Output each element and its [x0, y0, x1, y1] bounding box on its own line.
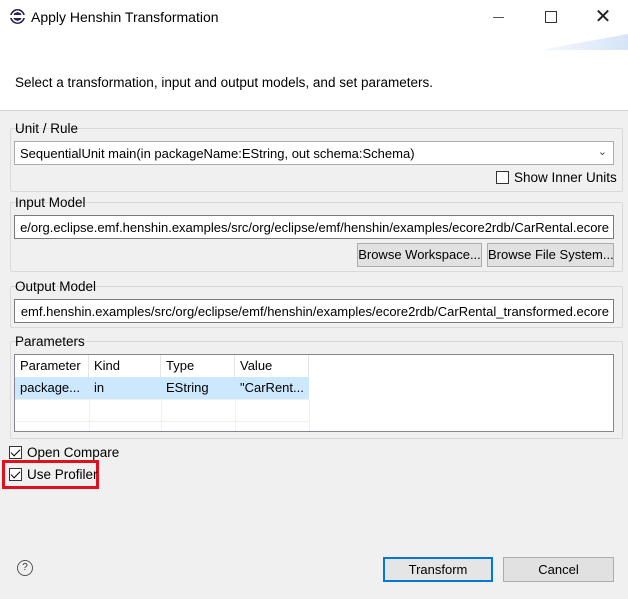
- column-header-type[interactable]: Type: [161, 355, 235, 377]
- parameters-label: Parameters: [15, 334, 85, 349]
- grid-line: [15, 421, 309, 422]
- column-header-parameter[interactable]: Parameter: [15, 355, 89, 377]
- grid-line: [161, 399, 162, 431]
- show-inner-units-label: Show Inner Units: [514, 170, 617, 185]
- banner-decoration: [540, 34, 628, 50]
- input-model-value: e/org.eclipse.emf.henshin.examples/src/o…: [20, 220, 609, 235]
- title-bar: Apply Henshin Transformation ✕: [0, 0, 628, 34]
- grid-line: [309, 399, 310, 431]
- cell-kind: in: [94, 380, 105, 395]
- input-model-field[interactable]: e/org.eclipse.emf.henshin.examples/src/o…: [14, 215, 614, 239]
- output-model-label: Output Model: [15, 279, 97, 294]
- output-model-value: emf.henshin.examples/src/org/eclipse/emf…: [20, 304, 609, 319]
- eclipse-icon: [10, 9, 25, 24]
- unit-rule-combo[interactable]: SequentialUnit main(in packageName:EStri…: [14, 141, 614, 165]
- dialog-banner: Select a transformation, input and outpu…: [0, 34, 628, 111]
- grid-line: [235, 399, 236, 431]
- grid-line: [89, 399, 90, 431]
- window-title: Apply Henshin Transformation: [31, 9, 219, 25]
- use-profiler-checkbox[interactable]: [9, 468, 22, 481]
- show-inner-units-checkbox[interactable]: [496, 171, 509, 184]
- unit-rule-selected: SequentialUnit main(in packageName:EStri…: [20, 146, 415, 161]
- output-model-field[interactable]: emf.henshin.examples/src/org/eclipse/emf…: [14, 299, 614, 323]
- column-header-kind[interactable]: Kind: [89, 355, 161, 377]
- parameters-table[interactable]: Parameter Kind Type Value package... in …: [14, 354, 614, 432]
- chevron-down-icon: ⌄: [597, 146, 607, 158]
- transform-button[interactable]: Transform: [383, 557, 493, 582]
- column-header-value[interactable]: Value: [235, 355, 309, 377]
- browse-file-system-button[interactable]: Browse File System...: [487, 243, 614, 267]
- grid-line: [15, 399, 309, 400]
- browse-workspace-button[interactable]: Browse Workspace...: [357, 243, 482, 267]
- open-compare-checkbox[interactable]: [9, 446, 22, 459]
- maximize-button[interactable]: [528, 0, 574, 34]
- minimize-button[interactable]: [476, 0, 522, 34]
- cell-type: EString: [166, 380, 209, 395]
- input-model-label: Input Model: [15, 195, 86, 210]
- cancel-button[interactable]: Cancel: [503, 557, 614, 582]
- open-compare-label: Open Compare: [27, 445, 120, 460]
- cell-parameter: package...: [20, 380, 80, 395]
- close-button[interactable]: ✕: [580, 0, 626, 34]
- banner-message: Select a transformation, input and outpu…: [15, 75, 433, 90]
- use-profiler-label: Use Profiler: [27, 467, 98, 482]
- unit-rule-label: Unit / Rule: [15, 121, 79, 136]
- help-icon[interactable]: ?: [17, 560, 33, 576]
- cell-value: "CarRent...: [240, 380, 304, 395]
